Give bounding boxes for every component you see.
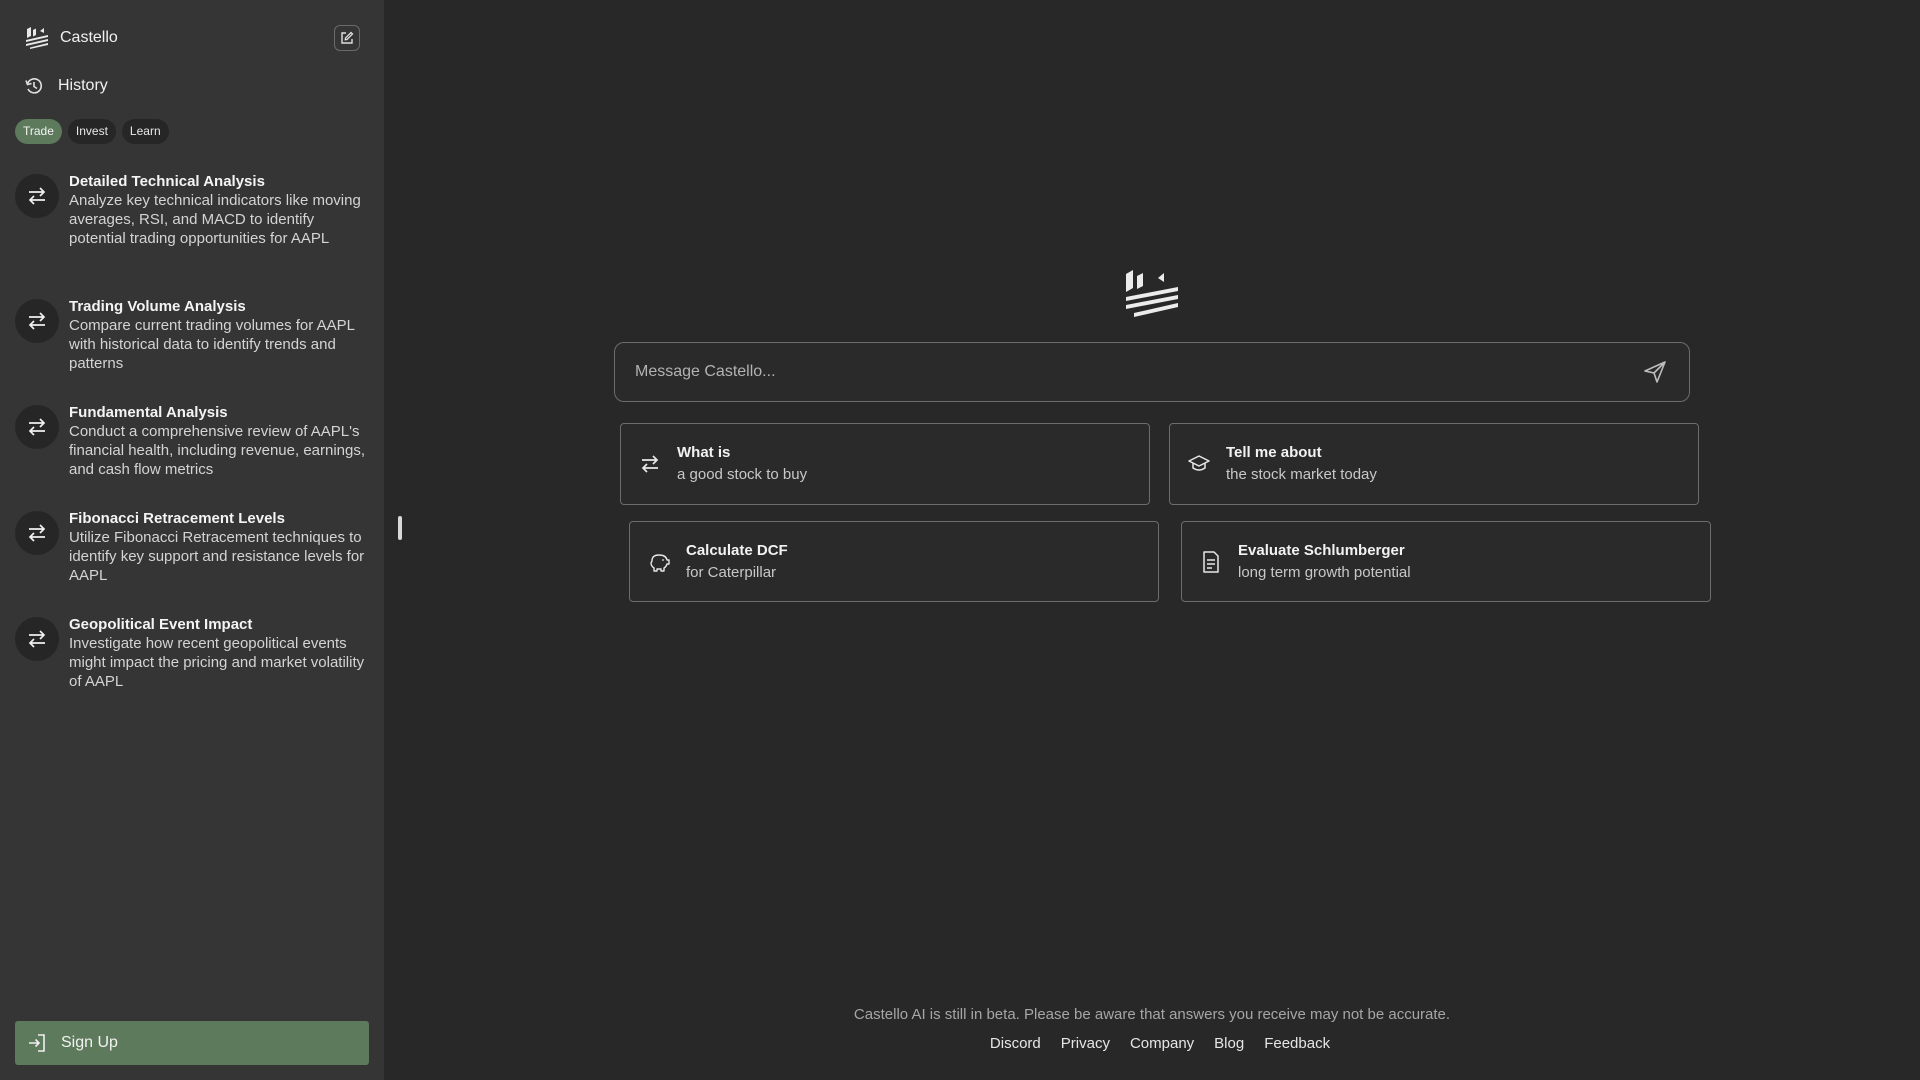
prompt-title: Fundamental Analysis [69,404,228,421]
prompt-title: Geopolitical Event Impact [69,616,253,633]
document-icon [1198,549,1224,575]
sign-in-icon [29,1034,45,1052]
card-title: What is [677,444,731,461]
piggy-bank-icon [646,549,672,575]
send-button[interactable] [1641,358,1669,386]
tab-learn[interactable]: Learn [121,119,169,144]
suggestion-card-stock-market[interactable]: Tell me about the stock market today [1169,423,1699,505]
swap-arrows-icon [15,174,59,218]
swap-arrows-icon [15,511,59,555]
prompt-item-geopolitical[interactable]: Geopolitical Event Impact Investigate ho… [15,615,369,691]
card-title: Calculate DCF [686,541,788,559]
prompt-item-fibonacci[interactable]: Fibonacci Retracement Levels Utilize Fib… [15,509,369,585]
prompt-item-technical-analysis[interactable]: Detailed Technical Analysis Analyze key … [15,172,369,248]
tab-invest[interactable]: Invest [67,119,116,144]
history-icon [25,78,43,94]
swap-arrows-icon [637,451,663,477]
card-title: Tell me about [1226,444,1322,461]
footer: Castello AI is still in beta. Please be … [384,1006,1920,1052]
brand-row: Castello [24,24,360,52]
prompt-description: Utilize Fibonacci Retracement techniques… [69,529,365,584]
history-label: History [58,77,108,94]
sign-up-label: Sign Up [61,1034,118,1051]
tab-trade[interactable]: Trade [15,119,62,144]
brand-name: Castello [60,29,118,46]
sign-up-button[interactable]: Sign Up [15,1021,369,1065]
footer-link-blog[interactable]: Blog [1214,1035,1244,1052]
card-subtitle: for Caterpillar [686,563,777,581]
message-box [614,342,1690,402]
card-subtitle: a good stock to buy [677,466,808,483]
footer-links: Discord Privacy Company Blog Feedback [400,1035,1920,1052]
send-icon [1644,361,1666,383]
footer-link-discord[interactable]: Discord [990,1035,1041,1052]
sidebar: Castello History Trade Invest Learn Deta… [0,0,384,1080]
prompt-title: Fibonacci Retracement Levels [69,510,285,527]
suggestion-card-good-stock[interactable]: What is a good stock to buy [620,423,1150,505]
footer-link-privacy[interactable]: Privacy [1061,1035,1110,1052]
footer-link-feedback[interactable]: Feedback [1264,1035,1330,1052]
prompt-item-fundamental-analysis[interactable]: Fundamental Analysis Conduct a comprehen… [15,403,369,479]
history-link[interactable]: History [24,74,108,98]
message-input[interactable] [635,363,1641,381]
prompt-description: Analyze key technical indicators like mo… [69,192,361,247]
prompt-title: Detailed Technical Analysis [69,173,265,190]
prompt-title: Trading Volume Analysis [69,298,246,315]
new-chat-button[interactable] [334,25,360,51]
swap-arrows-icon [15,299,59,343]
footer-link-company[interactable]: Company [1130,1035,1194,1052]
prompt-item-volume-analysis[interactable]: Trading Volume Analysis Compare current … [15,297,369,373]
swap-arrows-icon [15,617,59,661]
castello-logo-icon [1126,270,1178,317]
beta-disclaimer: Castello AI is still in beta. Please be … [853,1006,1451,1023]
prompt-description: Conduct a comprehensive review of AAPL's… [69,423,366,478]
castello-logo-icon [24,27,50,49]
edit-icon [341,31,354,44]
swap-arrows-icon [15,405,59,449]
card-title: Evaluate Schlumberger [1238,541,1405,559]
prompt-description: Investigate how recent geopolitical even… [69,635,365,690]
prompt-description: Compare current trading volumes for AAPL… [69,317,355,372]
suggestion-card-dcf[interactable]: Calculate DCF for Caterpillar [629,521,1159,602]
app-root: Castello History Trade Invest Learn Deta… [0,0,1920,1080]
graduation-cap-icon [1186,451,1212,477]
card-subtitle: long term growth potential [1238,563,1411,581]
main-panel: What is a good stock to buy Tell me abou… [384,0,1920,1080]
card-subtitle: the stock market today [1226,466,1377,483]
category-tabs: Trade Invest Learn [15,119,169,144]
suggestion-card-schlumberger[interactable]: Evaluate Schlumberger long term growth p… [1181,521,1711,602]
